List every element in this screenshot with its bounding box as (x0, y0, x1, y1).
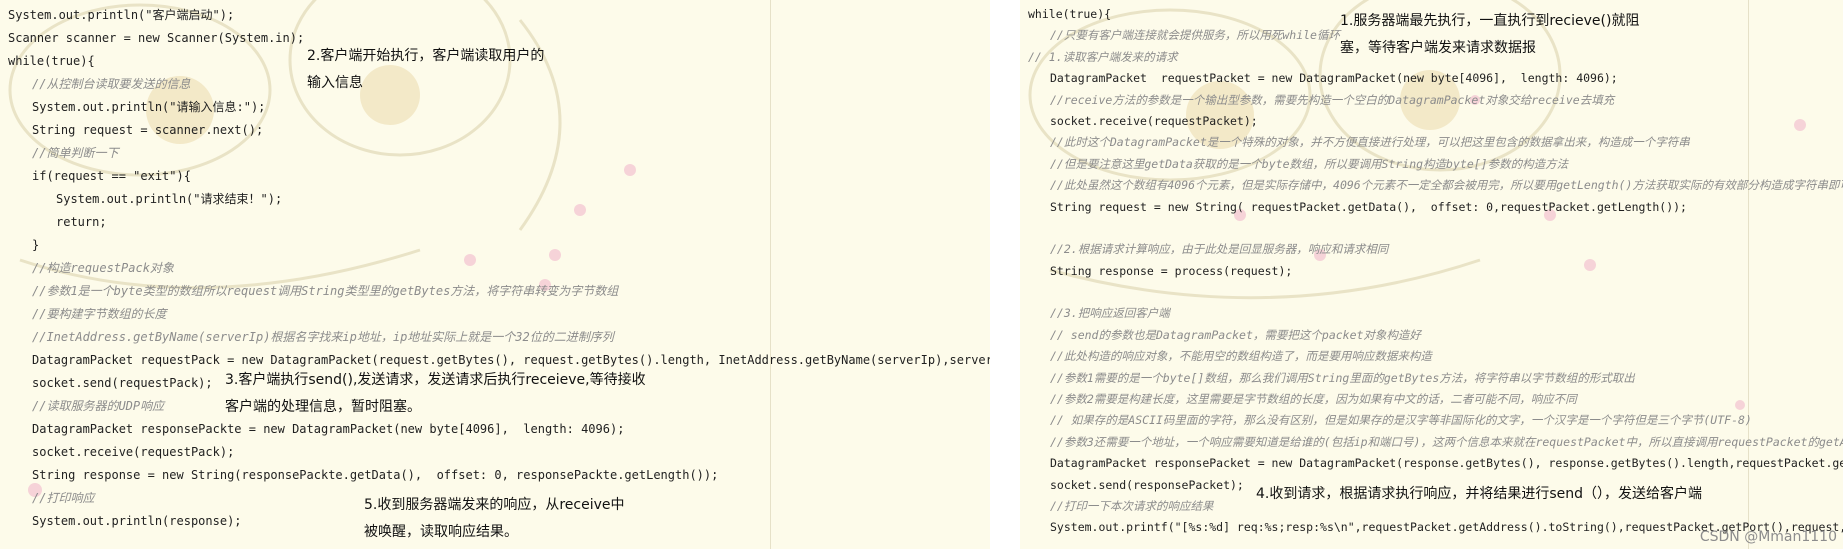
code-line: String request = new String( requestPack… (1050, 199, 1687, 214)
code-line: String response = new String(responsePac… (32, 468, 719, 482)
annotation-step-1: 1.服务器端最先执行，一直执行到recieve()就阻 塞，等待客户端发来请求数… (1340, 13, 1640, 56)
annotation-step-3: 3.客户端执行send(),发送请求，发送请求后执行receieve,等待接收 … (225, 372, 646, 415)
annotation-step-4: 4.收到请求，根据请求执行响应，并将结果进行send（），发送给客户端 (1256, 486, 1703, 502)
code-line: socket.receive(requestPacket); (1050, 113, 1258, 128)
client-code-panel: System.out.println("客户端启动"); Scanner scan… (0, 0, 990, 549)
code-line: if(request == "exit"){ (32, 169, 191, 183)
code-line: DatagramPacket responsePackte = new Data… (32, 422, 625, 436)
code-comment-line: //参数3还需要一个地址，一个响应需要知道是给谁的(包括ip和端口号)，这两个信… (1050, 434, 1843, 449)
code-line: String request = scanner.next(); (32, 123, 264, 137)
code-comment-line: //参数1是一个byte类型的数组所以request调用String类型里的ge… (32, 284, 619, 298)
code-line: System.out.println("客户端启动"); (8, 8, 235, 22)
code-comment-line: // send的参数也是DatagramPacket，需要把这个packet对象… (1050, 327, 1421, 342)
code-line: String response = process(request); (1050, 263, 1293, 278)
code-line: DatagramPacket responsePacket = new Data… (1050, 456, 1843, 471)
code-line: socket.receive(requestPack); (32, 445, 235, 459)
code-line: System.out.println("请输入信息:"); (32, 100, 266, 114)
code-comment-line: //此处构造的响应对象，不能用空的数组构造了，而是要用响应数据来构造 (1050, 349, 1432, 364)
server-code-panel: while(true){//只要有客户端连接就会提供服务，所以用死while循环… (1020, 0, 1843, 549)
code-comment-line: //3.把响应返回客户端 (1050, 306, 1170, 321)
code-comment-line: //此时这个DatagramPacket是一个特殊的对象，并不方便直接进行处理，… (1050, 135, 1690, 150)
code-comment-line: //参数2需要是构建长度，这里需要是字节数组的长度，因为如果有中文的话，二者可能… (1050, 392, 1577, 407)
code-comment-line: //参数1需要的是一个byte[]数组，那么我们调用String里面的getBy… (1050, 370, 1635, 385)
annotation-step-2: 2.客户端开始执行，客户端读取用户的 输入信息 (307, 48, 545, 91)
server-code-block: while(true){//只要有客户端连接就会提供服务，所以用死while循环… (1028, 4, 1843, 539)
annotation-step-5: 5.收到服务器端发来的响应，从receive中 被唤醒，读取响应结果。 (364, 497, 625, 540)
code-comment-line: //要构建字节数组的长度 (32, 307, 167, 321)
code-comment-line: //但是要注意这里getData获取的是一个byte数组，所以要调用String… (1050, 156, 1569, 171)
code-line: return; (56, 215, 107, 229)
code-line: System.out.println("请求结束！"); (56, 192, 283, 206)
panel-divider (990, 0, 1020, 549)
code-comment-line: // 如果存的是ASCII码里面的字符，那么没有区别，但是如果存的是汉字等非国际… (1050, 413, 1752, 428)
csdn-watermark: CSDN @Mman1110 (1699, 529, 1837, 545)
code-line: DatagramPacket requestPacket = new Datag… (1050, 71, 1618, 86)
code-comment-line: //InetAddress.getByName(serverIp)根据名字找来i… (32, 330, 614, 344)
code-line: } (32, 238, 40, 252)
code-comment-line: //此处虽然这个数组有4096个元素，但是实际存储中，4096个元素不一定全都会… (1050, 178, 1843, 193)
code-comment-line: //receive方法的参数是一个输出型参数，需要先构造一个空白的Datagra… (1050, 92, 1615, 107)
code-comment-line: //简单判断一下 (32, 146, 119, 160)
code-comment-line: //构造requestPack对象 (32, 261, 174, 275)
code-comment-line: //2.根据请求计算响应，由于此处是回显服务器，响应和请求相同 (1050, 242, 1389, 257)
